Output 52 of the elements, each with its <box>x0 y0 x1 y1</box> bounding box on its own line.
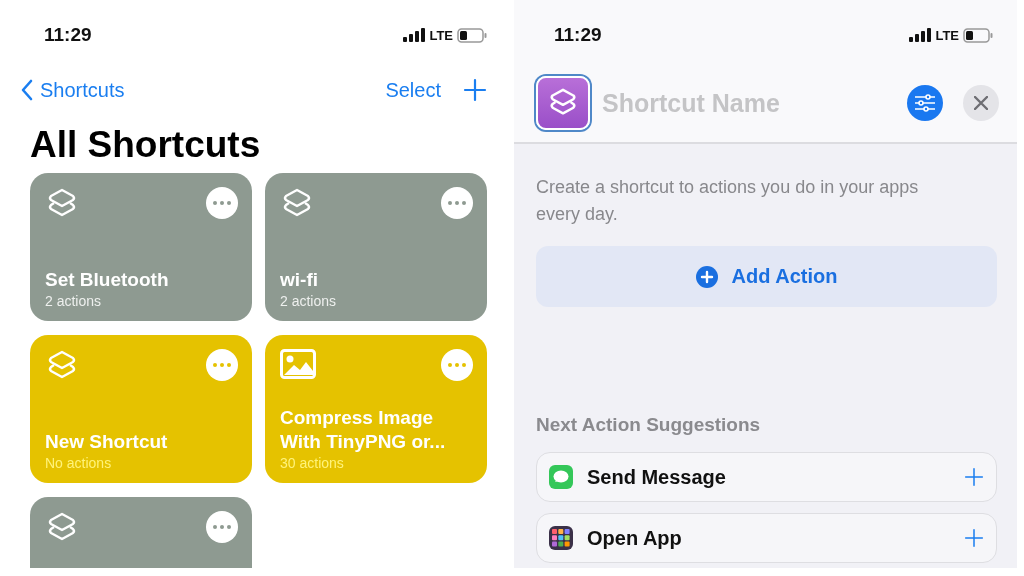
close-icon <box>974 96 988 110</box>
shortcut-title: New Shortcut <box>45 430 169 455</box>
shortcut-title: Compress Image With TinyPNG or... <box>280 405 447 455</box>
add-button[interactable] <box>463 78 487 102</box>
image-icon <box>280 349 316 379</box>
close-button[interactable] <box>963 85 999 121</box>
more-button[interactable] <box>206 187 238 219</box>
shortcut-title: Set Bluetooth <box>45 268 170 293</box>
action-count: No actions <box>45 455 113 471</box>
plus-icon <box>964 467 984 487</box>
suggestion-row[interactable]: Open App <box>536 513 997 563</box>
ellipsis-icon <box>213 201 231 205</box>
network-label: LTE <box>429 27 453 43</box>
ellipsis-icon <box>448 201 466 205</box>
sliders-icon <box>914 94 936 112</box>
suggestion-row[interactable]: Send Message <box>536 452 997 502</box>
chevron-left-icon <box>20 79 34 101</box>
page-title: All Shortcuts <box>30 126 262 163</box>
plus-icon <box>964 528 984 548</box>
shortcut-card[interactable]: wi-fi 2 actions <box>265 173 487 321</box>
add-suggestion-button[interactable] <box>964 467 984 487</box>
shortcut-title: wi-fi <box>280 268 319 293</box>
status-time: 11:29 <box>44 24 92 46</box>
settings-button[interactable] <box>907 85 943 121</box>
section-heading: Next Action Suggestions <box>536 414 762 436</box>
add-action-button[interactable]: Add Action <box>536 246 997 307</box>
app-grid-icon <box>549 526 573 550</box>
network-label: LTE <box>935 27 959 43</box>
more-button[interactable] <box>206 511 238 543</box>
action-count: 2 actions <box>280 293 338 309</box>
shortcut-app-icon[interactable] <box>536 76 590 130</box>
description-text: Create a shortcut to actions you do in your apps every day. <box>536 176 920 226</box>
action-count: 30 actions <box>280 455 345 471</box>
shortcut-card[interactable]: Set Bluetooth 2 actions <box>30 173 252 321</box>
signal-icon <box>909 28 932 42</box>
status-time: 11:29 <box>554 24 602 46</box>
select-link[interactable]: Select <box>385 78 441 102</box>
back-link[interactable]: Shortcuts <box>20 78 125 102</box>
more-button[interactable] <box>441 349 473 381</box>
ellipsis-icon <box>213 363 231 367</box>
battery-icon <box>963 27 993 43</box>
speech-bubble-icon <box>549 465 573 489</box>
plus-icon <box>463 78 487 102</box>
ellipsis-icon <box>448 363 466 367</box>
battery-icon <box>457 27 487 43</box>
signal-icon <box>403 28 426 42</box>
plus-circle-icon <box>695 265 718 288</box>
add-suggestion-button[interactable] <box>964 528 984 548</box>
more-button[interactable] <box>206 349 238 381</box>
more-button[interactable] <box>441 187 473 219</box>
ellipsis-icon <box>213 525 231 529</box>
action-count: 2 actions <box>45 293 103 309</box>
